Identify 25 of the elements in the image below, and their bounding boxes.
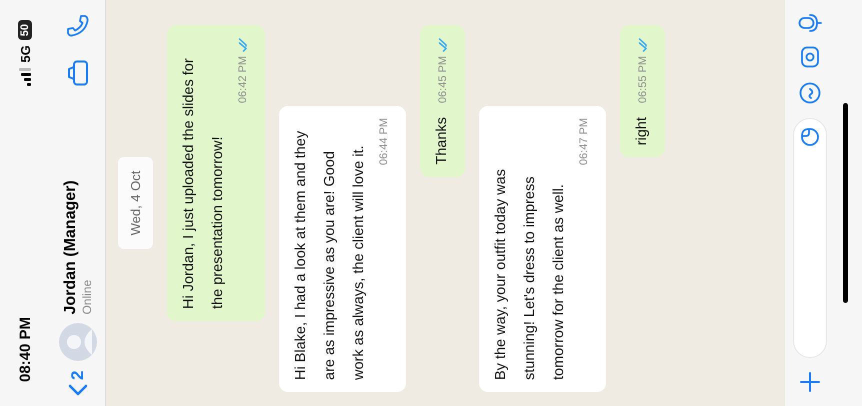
message-time: 06:55 PM <box>636 56 650 104</box>
message-time: 06:45 PM <box>436 56 450 104</box>
microphone-icon[interactable] <box>798 14 822 32</box>
status-time: 08:40 PM <box>16 316 34 382</box>
message-text: Hi Blake, I had a look at them and they are as impressive as you are! Good work as always, the client will love it. <box>292 130 368 380</box>
contact-name[interactable]: Jordan (Manager) <box>62 180 80 315</box>
date-chip: Wed, 4 Oct <box>118 156 153 250</box>
message-time: 06:44 PM <box>377 118 391 166</box>
message-input-field[interactable] <box>793 118 827 358</box>
battery-level: 50 <box>18 20 32 40</box>
message-time: 06:47 PM <box>577 118 591 166</box>
plus-icon[interactable] <box>800 372 820 392</box>
back-button[interactable]: 2 <box>68 368 88 398</box>
message-text: right <box>633 117 651 146</box>
sticker-icon[interactable] <box>800 127 820 147</box>
message-text: Hi Jordan, I just uploaded the slides for the presentation tomorrow! <box>180 57 227 309</box>
camera-icon[interactable] <box>799 46 821 68</box>
network-label: 5G <box>18 45 32 63</box>
message-text: By the way, your outfit today was stunning! Let's dress to impress tomorrow for the client as well. <box>492 168 568 380</box>
message-time: 06:42 PM <box>236 56 250 104</box>
contact-status: Online <box>80 280 94 315</box>
phone-icon[interactable] <box>66 14 90 38</box>
video-call-icon[interactable] <box>66 60 88 86</box>
signal-icon <box>19 68 31 86</box>
message-text: Thanks <box>433 117 451 165</box>
